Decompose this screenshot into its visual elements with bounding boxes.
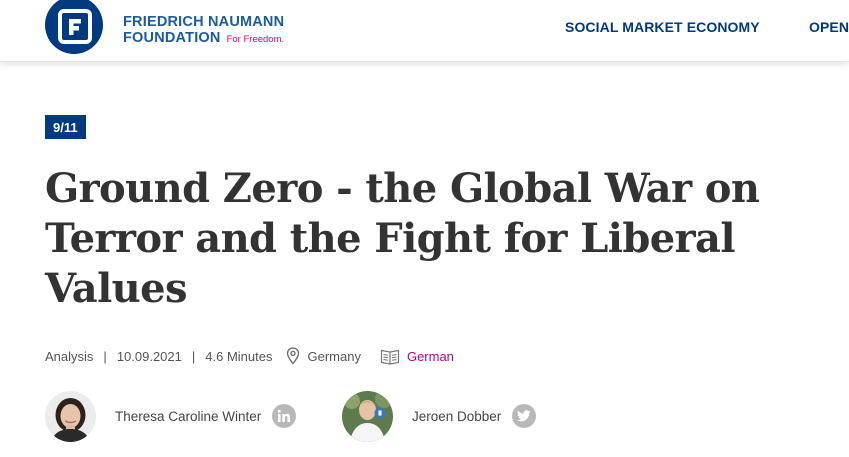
- book-icon: [380, 348, 400, 365]
- twitter-icon[interactable]: [512, 404, 537, 428]
- author-card: Theresa Caroline Winter: [45, 390, 297, 442]
- nav-open[interactable]: OPEN: [809, 19, 849, 35]
- linkedin-icon[interactable]: [272, 404, 297, 428]
- author-card: Jeroen Dobber: [342, 390, 537, 442]
- meta-separator: |: [191, 348, 196, 364]
- logo-wordmark[interactable]: FRIEDRICH NAUMANN FOUNDATION For Freedom…: [123, 14, 284, 48]
- article-title: Ground Zero - the Global War on Terror a…: [45, 165, 760, 312]
- read-time: 4.6 Minutes: [205, 348, 273, 364]
- article-meta: Analysis | 10.09.2021 | 4.6 Minutes Germ…: [45, 345, 454, 367]
- fnf-logo-icon[interactable]: [45, 0, 103, 54]
- article-date: 10.09.2021: [116, 348, 182, 364]
- location-pin-icon: [286, 347, 300, 365]
- logo-tagline: For Freedom.: [226, 34, 285, 45]
- logo-line1: FRIEDRICH NAUMANN: [123, 14, 285, 30]
- article-type: Analysis: [45, 348, 94, 364]
- author-avatar[interactable]: [342, 390, 393, 442]
- meta-separator: |: [103, 348, 107, 364]
- language-link[interactable]: German: [407, 349, 454, 364]
- nav-social-market-economy[interactable]: SOCIAL MARKET ECONOMY: [565, 19, 760, 35]
- author-avatar[interactable]: [45, 390, 96, 442]
- article-location: Germany: [307, 348, 361, 364]
- logo-line2: FOUNDATION: [123, 30, 221, 46]
- author-name[interactable]: Jeroen Dobber: [412, 409, 501, 424]
- site-header: FRIEDRICH NAUMANN FOUNDATION For Freedom…: [0, 0, 849, 62]
- topic-tag[interactable]: 9/11: [45, 115, 86, 139]
- author-name[interactable]: Theresa Caroline Winter: [115, 409, 261, 424]
